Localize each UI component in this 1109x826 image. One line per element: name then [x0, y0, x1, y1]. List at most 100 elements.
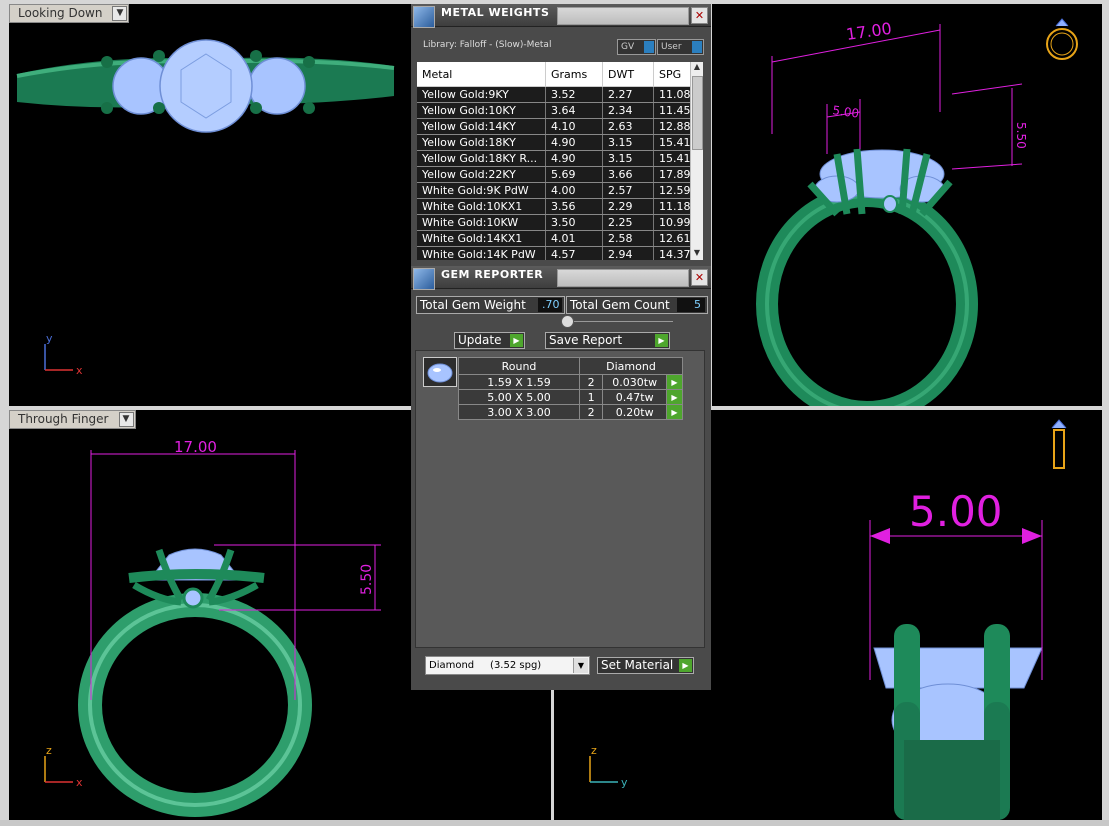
dwt-cell: 2.34 [602, 102, 654, 119]
axis-label-x: x [76, 364, 83, 377]
scroll-up-icon[interactable]: ▲ [691, 62, 703, 74]
metal-cell: Yellow Gold:14KY [417, 118, 546, 135]
gem-count: 1 [578, 389, 604, 405]
viewport-perspective[interactable]: 17.00 5.00 5.50 [712, 4, 1102, 406]
table-row[interactable]: Yellow Gold:9KY 3.52 2.27 11.08 [417, 86, 699, 103]
grams-cell: 3.56 [545, 198, 603, 215]
splitter-knob[interactable] [561, 315, 574, 328]
metal-cell: Yellow Gold:10KY [417, 102, 546, 119]
dim-width-label: 17.00 [174, 438, 217, 456]
table-row[interactable]: Yellow Gold:18KY R... 4.90 3.15 15.41 [417, 150, 699, 167]
ring-orientation-icon [1046, 18, 1078, 60]
table-scrollbar[interactable]: ▲ ▼ [690, 62, 703, 260]
dwt-cell: 3.15 [602, 134, 654, 151]
metal-cell: Yellow Gold:22KY [417, 166, 546, 183]
gem-row[interactable]: 3.00 X 3.00 2 0.20tw ▶ [458, 404, 683, 420]
dwt-cell: 3.66 [602, 166, 654, 183]
table-row[interactable]: White Gold:14K PdW 4.57 2.94 14.37 [417, 246, 699, 260]
grams-cell: 3.64 [545, 102, 603, 119]
gem-size: 3.00 X 3.00 [458, 404, 580, 420]
column-header[interactable]: DWT [602, 62, 654, 87]
table-row[interactable]: Yellow Gold:22KY 5.69 3.66 17.89 [417, 166, 699, 183]
metal-weights-titlebar[interactable]: METAL WEIGHTS ✕ [411, 4, 711, 28]
viewport-looking-down[interactable]: y x Looking Down ▼ [9, 4, 411, 406]
close-icon[interactable]: ✕ [691, 269, 708, 286]
dim-width-label: 5.00 [909, 487, 1003, 536]
dwt-cell: 2.58 [602, 230, 654, 247]
metal-cell: White Gold:10KX1 [417, 198, 546, 215]
table-row[interactable]: Yellow Gold:10KY 3.64 2.34 11.45 [417, 102, 699, 119]
panel-splitter[interactable] [561, 315, 673, 328]
update-button[interactable]: Update ▶ [454, 332, 525, 349]
drag-handle[interactable] [557, 269, 689, 287]
play-icon: ▶ [679, 659, 692, 672]
metal-cell: White Gold:10KW [417, 214, 546, 231]
dwt-cell: 2.94 [602, 246, 654, 260]
view-label: Looking Down [18, 6, 103, 20]
total-gem-count-value: 5 [677, 298, 705, 312]
drag-handle[interactable] [557, 7, 689, 25]
gem-weight: 0.47tw [602, 389, 668, 405]
gv-toggle[interactable]: GV [617, 39, 656, 55]
dwt-cell: 2.27 [602, 86, 654, 103]
material-select[interactable]: Diamond (3.52 spg) ▼ [425, 656, 590, 675]
ring-perspective-view: 17.00 5.00 5.50 [756, 18, 1078, 406]
view-selector[interactable]: Looking Down ▼ [9, 4, 130, 23]
set-material-button[interactable]: Set Material ▶ [597, 657, 694, 674]
save-report-label: Save Report [549, 333, 623, 347]
column-header[interactable]: Metal [417, 62, 546, 87]
gem-list[interactable]: Round Diamond 1.59 X 1.59 2 0.030tw ▶ 5.… [415, 350, 705, 648]
gem-row[interactable]: 5.00 X 5.00 1 0.47tw ▶ [458, 389, 683, 405]
table-row[interactable]: Yellow Gold:18KY 4.90 3.15 15.41 [417, 134, 699, 151]
grams-cell: 4.90 [545, 150, 603, 167]
panel-title: METAL WEIGHTS [441, 6, 550, 19]
close-icon[interactable]: ✕ [691, 7, 708, 24]
metal-cell: Yellow Gold:18KY [417, 134, 546, 151]
status-bar [0, 820, 1109, 826]
metal-cell: White Gold:14K PdW [417, 246, 546, 260]
table-row[interactable]: White Gold:9K PdW 4.00 2.57 12.59 [417, 182, 699, 199]
grams-cell: 4.57 [545, 246, 603, 260]
metal-cell: Yellow Gold:9KY [417, 86, 546, 103]
dwt-cell: 3.15 [602, 150, 654, 167]
select-gems-button[interactable]: ▶ [666, 389, 683, 405]
metal-weights-table[interactable]: Metal Grams DWT SPG Yellow Gold:9KY 3.52 2… [417, 62, 703, 260]
metal-weights-icon [413, 6, 435, 28]
gem-count: 2 [578, 374, 604, 390]
gem-reporter-titlebar[interactable]: GEM REPORTER ✕ [411, 266, 711, 290]
chevron-down-icon[interactable]: ▼ [573, 658, 588, 673]
gem-reporter-icon [413, 268, 435, 290]
material-select-value: Diamond (3.52 spg) [429, 660, 542, 671]
total-gem-count-label: Total Gem Count [570, 298, 670, 312]
chevron-down-icon[interactable]: ▼ [118, 412, 134, 427]
gem-weight: 0.20tw [602, 404, 668, 420]
column-header[interactable]: Grams [545, 62, 603, 87]
table-row[interactable]: White Gold:14KX1 4.01 2.58 12.61 [417, 230, 699, 247]
gem-row[interactable]: 1.59 X 1.59 2 0.030tw ▶ [458, 374, 683, 390]
material-header: Diamond [579, 357, 683, 375]
grams-cell: 4.10 [545, 118, 603, 135]
axis-label-z: z [591, 744, 597, 757]
view-label: Through Finger [18, 412, 109, 426]
grams-cell: 4.00 [545, 182, 603, 199]
dwt-cell: 2.57 [602, 182, 654, 199]
gv-toggle-label: GV [621, 42, 635, 52]
save-report-button[interactable]: Save Report ▶ [545, 332, 670, 349]
table-row[interactable]: White Gold:10KW 3.50 2.25 10.99 [417, 214, 699, 231]
ring-top-view: y x [16, 39, 395, 377]
select-gems-button[interactable]: ▶ [666, 374, 683, 390]
user-toggle[interactable]: User [657, 39, 704, 55]
scroll-down-icon[interactable]: ▼ [691, 248, 703, 260]
scroll-thumb[interactable] [692, 76, 703, 150]
view-selector[interactable]: Through Finger ▼ [9, 410, 136, 429]
select-gems-button[interactable]: ▶ [666, 404, 683, 420]
chevron-down-icon[interactable]: ▼ [112, 6, 128, 21]
gem-reporter-panel: GEM REPORTER ✕ Total Gem Weight .70 Tota… [411, 266, 711, 690]
table-row[interactable]: White Gold:10KX1 3.56 2.29 11.18 [417, 198, 699, 215]
grams-cell: 4.90 [545, 134, 603, 151]
dwt-cell: 2.63 [602, 118, 654, 135]
table-row[interactable]: Yellow Gold:14KY 4.10 2.63 12.88 [417, 118, 699, 135]
gem-size: 1.59 X 1.59 [458, 374, 580, 390]
metal-cell: Yellow Gold:18KY R... [417, 150, 546, 167]
library-label: Library: Falloff - (Slow)-Metal [423, 40, 552, 50]
